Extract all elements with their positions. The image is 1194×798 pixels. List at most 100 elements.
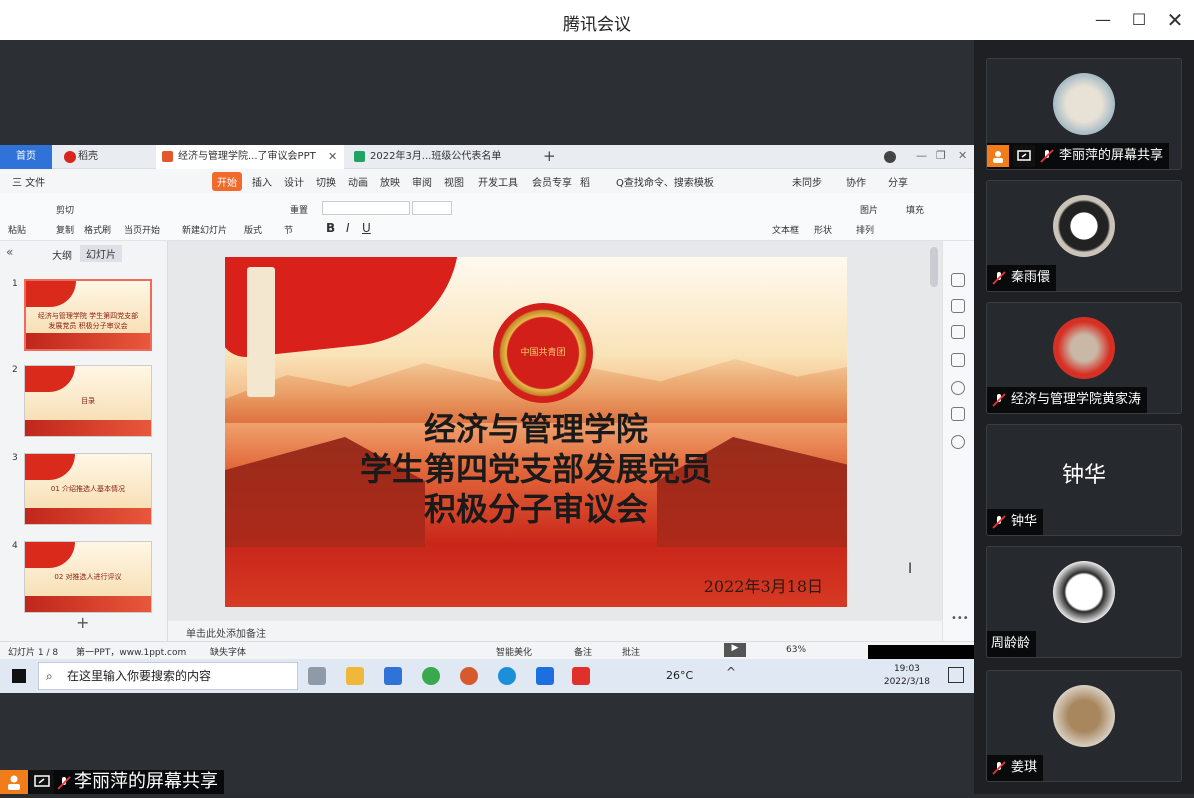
- settings-icon[interactable]: [951, 299, 965, 313]
- vertical-scrollbar[interactable]: [930, 247, 938, 287]
- window-titlebar: 腾讯会议 — ☐ ✕: [0, 0, 1194, 40]
- menu-slideshow[interactable]: 放映: [380, 174, 400, 189]
- wps-close-icon[interactable]: ✕: [958, 149, 967, 162]
- bold-icon[interactable]: B: [326, 221, 335, 235]
- browser-360-icon[interactable]: [422, 667, 440, 685]
- tab-outline[interactable]: 大纲: [52, 247, 72, 262]
- menu-transition[interactable]: 切换: [316, 174, 336, 189]
- notification-icon[interactable]: [948, 667, 964, 683]
- menu-docer[interactable]: 稻: [580, 174, 590, 189]
- record-icon[interactable]: [951, 407, 965, 421]
- font-family-select[interactable]: [322, 201, 410, 215]
- participant-name: 经济与管理学院黄家涛: [1011, 392, 1142, 407]
- menu-view[interactable]: 视图: [444, 174, 464, 189]
- format-painter-button[interactable]: 格式刷: [84, 223, 111, 236]
- font-size-select[interactable]: [412, 201, 452, 215]
- help-icon[interactable]: [951, 381, 965, 395]
- italic-icon[interactable]: I: [346, 221, 350, 235]
- location-icon[interactable]: [951, 435, 965, 449]
- participant-tile[interactable]: 秦雨儇: [986, 180, 1182, 292]
- notes-field[interactable]: 单击此处添加备注: [168, 621, 942, 641]
- menu-review[interactable]: 审阅: [412, 174, 432, 189]
- underline-icon[interactable]: U: [362, 221, 371, 235]
- menu-member[interactable]: 会员专享: [532, 174, 572, 189]
- minimize-icon[interactable]: —: [1092, 9, 1114, 31]
- user-avatar-icon[interactable]: [884, 151, 896, 163]
- add-slide-icon[interactable]: +: [76, 613, 89, 632]
- command-search[interactable]: Q查找命令、搜索模板: [616, 174, 714, 189]
- smart-beautify[interactable]: 智能美化: [496, 645, 532, 658]
- play-slideshow-icon[interactable]: ▶: [724, 643, 746, 657]
- menu-animation[interactable]: 动画: [348, 174, 368, 189]
- fill-button[interactable]: 填充: [906, 203, 924, 216]
- windows-start-icon[interactable]: [12, 669, 26, 683]
- tab-home[interactable]: 首页: [0, 145, 52, 169]
- collaborate-button[interactable]: 协作: [846, 174, 866, 189]
- sync-status[interactable]: 未同步: [792, 174, 822, 189]
- task-view-icon[interactable]: [308, 667, 326, 685]
- new-tab-icon[interactable]: +: [543, 147, 556, 165]
- copy-slide-icon[interactable]: [951, 353, 965, 367]
- new-slide-button[interactable]: 新建幻灯片: [182, 223, 227, 236]
- section-button[interactable]: 节: [284, 223, 293, 236]
- close-icon[interactable]: ✕: [1164, 9, 1186, 31]
- emblem-text: 中国共青团: [520, 348, 566, 358]
- pin-icon[interactable]: [951, 325, 965, 339]
- missing-fonts[interactable]: 缺失字体: [210, 645, 246, 658]
- mail-icon[interactable]: [384, 667, 402, 685]
- app-icon[interactable]: [460, 667, 478, 685]
- menu-developer[interactable]: 开发工具: [478, 174, 518, 189]
- menu-design[interactable]: 设计: [284, 174, 304, 189]
- play-from-current-button[interactable]: 当页开始: [124, 223, 160, 236]
- slide-thumbnail[interactable]: 目录: [24, 365, 152, 437]
- weather-temp[interactable]: 26°C: [666, 669, 693, 682]
- file-explorer-icon[interactable]: [346, 667, 364, 685]
- tab-spreadsheet[interactable]: 2022年3月...班级公代表名单: [348, 145, 528, 169]
- arrange-button[interactable]: 排列: [856, 223, 874, 236]
- menu-start[interactable]: 开始: [212, 172, 242, 191]
- tencent-meeting-icon[interactable]: [536, 667, 554, 685]
- avatar: [1053, 73, 1115, 135]
- current-slide[interactable]: 中国共青团 经济与管理学院 学生第四党支部发展党员 积极分子审议会 2022年3…: [225, 257, 847, 607]
- notes-toggle[interactable]: 备注: [574, 645, 592, 658]
- participant-tile[interactable]: 钟华 钟华: [986, 424, 1182, 536]
- participant-name-tag: 姜琪: [987, 755, 1044, 781]
- tab-ppt-document[interactable]: 经济与管理学院...了审议会PPT: [156, 145, 344, 169]
- zoom-level[interactable]: 63%: [786, 645, 806, 655]
- tray-chevron-icon[interactable]: ^: [726, 665, 736, 679]
- maximize-icon[interactable]: ☐: [1128, 9, 1150, 31]
- participant-tile[interactable]: 李丽萍的屏幕共享: [986, 58, 1182, 170]
- rocket-icon[interactable]: [951, 273, 965, 287]
- cut-button[interactable]: 剪切: [56, 203, 74, 216]
- slide-thumbnail[interactable]: 02 对推选人进行评议: [24, 541, 152, 613]
- participant-tile[interactable]: 姜琪: [986, 670, 1182, 782]
- wps-icon[interactable]: [572, 667, 590, 685]
- participant-tile[interactable]: 周龄龄: [986, 546, 1182, 658]
- paste-button[interactable]: 粘贴: [8, 223, 26, 236]
- reset-button[interactable]: 重置: [290, 203, 308, 216]
- wps-minimize-icon[interactable]: —: [916, 149, 927, 162]
- wps-tab-bar: 首页 稻壳 经济与管理学院...了审议会PPT ✕ 2022年3月...班级公代…: [0, 145, 974, 169]
- collapse-panel-icon[interactable]: «: [6, 245, 13, 259]
- slide-title: 经济与管理学院 学生第四党支部发展党员 积极分子审议会: [225, 409, 847, 529]
- more-icon[interactable]: •••: [951, 613, 969, 624]
- close-tab-icon[interactable]: ✕: [328, 150, 337, 163]
- slide-editor-canvas[interactable]: 中国共青团 经济与管理学院 学生第四党支部发展党员 积极分子审议会 2022年3…: [168, 241, 942, 641]
- shape-button[interactable]: 形状: [814, 223, 832, 236]
- menu-file[interactable]: 三 文件: [12, 174, 45, 189]
- system-clock[interactable]: 19:03 2022/3/18: [884, 663, 930, 689]
- copy-button[interactable]: 复制: [56, 223, 74, 236]
- slide-thumbnail[interactable]: 经济与管理学院 学生第四党支部发展党员 积极分子审议会: [24, 279, 152, 351]
- textbox-button[interactable]: 文本框: [772, 223, 799, 236]
- wps-restore-icon[interactable]: ❐: [936, 149, 946, 162]
- picture-button[interactable]: 图片: [860, 203, 878, 216]
- tab-slides[interactable]: 幻灯片: [80, 245, 122, 262]
- participant-tile[interactable]: 经济与管理学院黄家涛: [986, 302, 1182, 414]
- slide-thumbnail[interactable]: 01 介绍推选人基本情况: [24, 453, 152, 525]
- taskbar-search-input[interactable]: 在这里输入你要搜索的内容: [38, 662, 298, 690]
- share-button[interactable]: 分享: [888, 174, 908, 189]
- menu-insert[interactable]: 插入: [252, 174, 272, 189]
- annotate-toggle[interactable]: 批注: [622, 645, 640, 658]
- edge-icon[interactable]: [498, 667, 516, 685]
- layout-button[interactable]: 版式: [244, 223, 262, 236]
